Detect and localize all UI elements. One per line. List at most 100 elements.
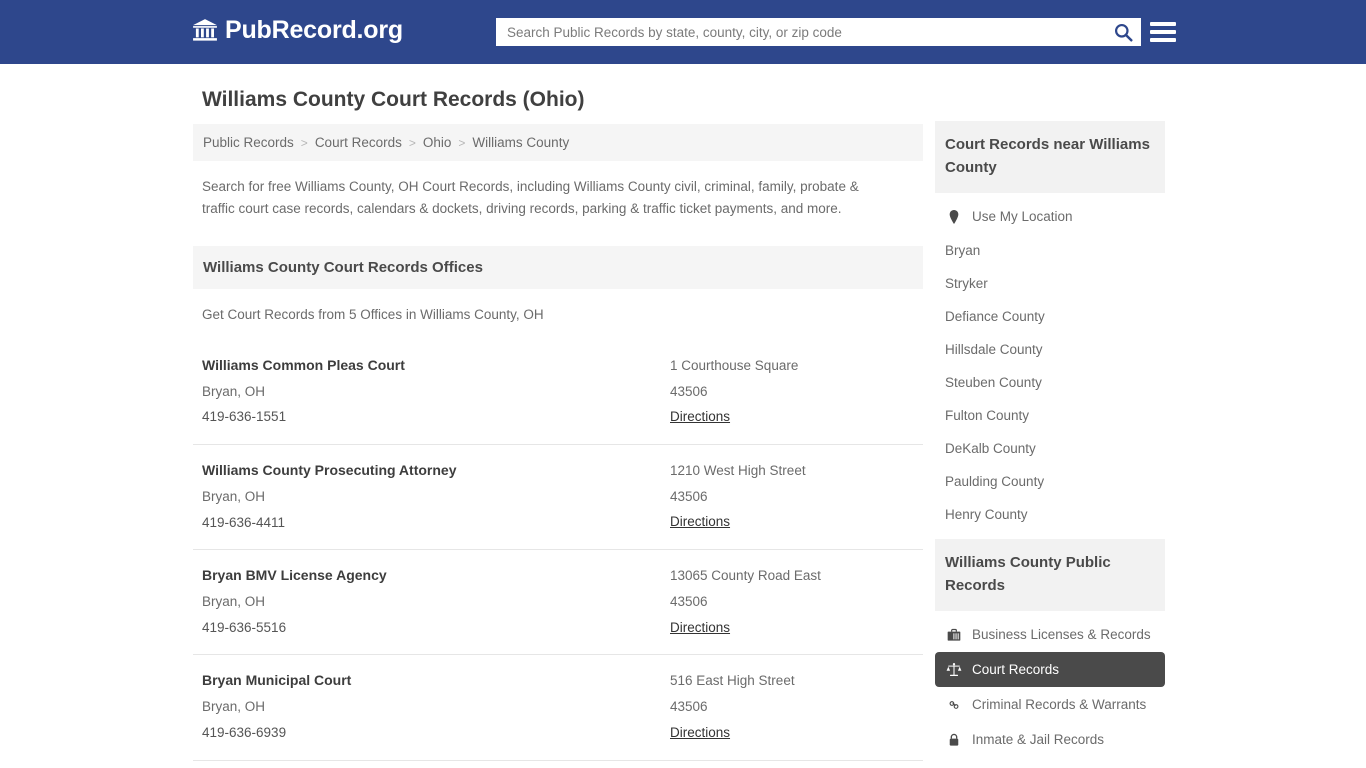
records-item-criminal-records-warrants[interactable]: Criminal Records & Warrants	[935, 687, 1165, 722]
page-intro-text: Search for free Williams County, OH Cour…	[202, 179, 859, 217]
breadcrumb-item-williams-county: Williams County	[472, 135, 570, 151]
office-phone[interactable]: 419-636-4411	[202, 510, 670, 536]
records-item-label: Criminal Records & Warrants	[972, 697, 1147, 712]
office-info-left: Williams County Prosecuting Attorney Brya…	[202, 458, 670, 535]
office-info-right: 516 East High Street 43506 Directions	[670, 668, 923, 745]
directions-link[interactable]: Directions	[670, 720, 730, 746]
site-header: PubRecord.org	[0, 0, 1366, 64]
records-item-label: Inmate & Jail Records	[972, 732, 1105, 747]
nearby-item-dekalb-county[interactable]: DeKalb County	[935, 432, 1165, 465]
search-bar[interactable]	[496, 18, 1141, 46]
office-row: Williams Common Pleas Court Bryan, OH 419-…	[193, 340, 923, 444]
nearby-item-label: Henry County	[945, 507, 1028, 522]
breadcrumb: Public Records > Court Records > Ohio > Willia…	[193, 124, 923, 162]
map-pin-icon-wrap	[945, 208, 962, 225]
office-name[interactable]: Williams County Prosecuting Attorney	[202, 458, 670, 484]
nearby-records-title: Court Records near Williams County	[935, 121, 1165, 193]
office-info-left: Bryan BMV License Agency Bryan, OH 419-636…	[202, 563, 670, 640]
main-column: Williams County Court Records (Ohio) Pub…	[193, 64, 923, 768]
scales-of-justice-icon	[946, 662, 961, 676]
office-name[interactable]: Bryan Municipal Court	[202, 668, 670, 694]
nearby-item-label: Steuben County	[945, 375, 1042, 390]
nearby-item-hillsdale-county[interactable]: Hillsdale County	[935, 333, 1165, 366]
nearby-item-bryan[interactable]: Bryan	[935, 234, 1165, 267]
nearby-item-label: Hillsdale County	[945, 342, 1043, 357]
search-button[interactable]	[1105, 18, 1141, 46]
breadcrumb-item-ohio[interactable]: Ohio	[423, 135, 452, 150]
hamburger-menu-icon	[1150, 30, 1176, 34]
office-zip: 43506	[670, 383, 708, 399]
office-phone[interactable]: 419-636-1551	[202, 404, 670, 430]
nearby-item-label: Fulton County	[945, 408, 1030, 423]
office-name[interactable]: Bryan BMV License Agency	[202, 563, 670, 589]
office-phone[interactable]: 419-636-5516	[202, 615, 670, 641]
records-item-label: Court Records	[972, 662, 1060, 677]
breadcrumb-item-public-records[interactable]: Public Records	[203, 135, 294, 150]
office-street: 13065 County Road East	[670, 568, 821, 584]
hamburger-menu-icon	[1150, 22, 1176, 26]
breadcrumb-separator: >	[458, 135, 466, 150]
nearby-item-label: Paulding County	[945, 474, 1045, 489]
map-pin-icon	[949, 209, 958, 224]
office-city: Bryan, OH	[202, 699, 266, 715]
office-street: 1210 West High Street	[670, 463, 806, 479]
site-logo-text: PubRecord.org	[225, 15, 403, 44]
nearby-item-fulton-county[interactable]: Fulton County	[935, 399, 1165, 432]
nearby-item-label: DeKalb County	[945, 441, 1036, 456]
office-info-right: 13065 County Road East 43506 Directions	[670, 563, 923, 640]
nearby-records-panel: Court Records near Williams County Use M…	[935, 121, 1165, 531]
office-row: Bryan BMV License Agency Bryan, OH 419-636…	[193, 549, 923, 654]
records-item-court-records[interactable]: Court Records	[935, 652, 1165, 687]
office-phone[interactable]: 419-636-6939	[202, 720, 670, 746]
nearby-item-use-my-location[interactable]: Use My Location	[935, 199, 1165, 234]
nearby-item-steuben-county[interactable]: Steuben County	[935, 366, 1165, 399]
nearby-item-label: Defiance County	[945, 309, 1045, 324]
office-city: Bryan, OH	[202, 488, 266, 504]
site-logo[interactable]: PubRecord.org	[192, 17, 403, 43]
nearby-item-defiance-county[interactable]: Defiance County	[935, 300, 1165, 333]
office-row: Williams County Prosecuting Attorney Brya…	[193, 444, 923, 549]
breadcrumb-separator: >	[300, 135, 308, 150]
breadcrumb-separator: >	[408, 135, 416, 150]
records-item-business-licenses-records[interactable]: Business Licenses & Records	[935, 617, 1165, 652]
search-icon	[1114, 23, 1133, 42]
breadcrumb-item-court-records[interactable]: Court Records	[315, 135, 402, 150]
office-zip: 43506	[670, 593, 708, 609]
handcuffs-icon	[949, 700, 958, 709]
hamburger-menu-button[interactable]	[1150, 19, 1176, 45]
public-records-panel: Williams County Public Records Business …	[935, 539, 1165, 757]
bank-building-icon	[193, 19, 217, 41]
briefcase-icon-wrap	[945, 626, 962, 643]
sidebar: Court Records near Williams County Use M…	[935, 64, 1165, 765]
nearby-item-stryker[interactable]: Stryker	[935, 267, 1165, 300]
offices-count-note: Get Court Records from 5 Offices in Will…	[202, 306, 544, 322]
public-records-title: Williams County Public Records	[935, 539, 1165, 611]
directions-link[interactable]: Directions	[670, 615, 730, 641]
content-container: Williams County Court Records (Ohio) Pub…	[191, 64, 1175, 768]
office-street: 1 Courthouse Square	[670, 357, 799, 373]
office-info-left: Williams Common Pleas Court Bryan, OH 419-…	[202, 353, 670, 430]
directions-link[interactable]: Directions	[670, 509, 730, 535]
search-input[interactable]	[496, 19, 1105, 45]
directions-link[interactable]: Directions	[670, 404, 730, 430]
nearby-item-label: Bryan	[945, 243, 981, 258]
office-name[interactable]: Williams Common Pleas Court	[202, 353, 670, 379]
lock-icon	[949, 733, 958, 746]
office-city: Bryan, OH	[202, 383, 266, 399]
office-zip: 43506	[670, 699, 708, 715]
page-body: Williams County Court Records (Ohio) Pub…	[0, 64, 1366, 768]
office-info-left: Bryan Municipal Court Bryan, OH 419-636-69…	[202, 668, 670, 745]
briefcase-icon	[947, 628, 960, 641]
office-zip: 43506	[670, 488, 708, 504]
nearby-item-label: Stryker	[945, 276, 988, 291]
office-info-right: 1 Courthouse Square 43506 Directions	[670, 353, 923, 430]
nearby-item-paulding-county[interactable]: Paulding County	[935, 465, 1165, 498]
offices-list: Williams Common Pleas Court Bryan, OH 419-…	[193, 340, 923, 768]
nearby-records-list: Use My Location Bryan Stryker Defiance Coun…	[935, 193, 1165, 531]
records-item-inmate-jail-records[interactable]: Inmate & Jail Records	[935, 722, 1165, 757]
lock-icon-wrap	[945, 731, 962, 748]
page-title: Williams County Court Records (Ohio)	[202, 88, 585, 111]
office-street: 516 East High Street	[670, 673, 795, 689]
public-records-list: Business Licenses & Records Court Records…	[935, 611, 1165, 757]
nearby-item-henry-county[interactable]: Henry County	[935, 498, 1165, 531]
